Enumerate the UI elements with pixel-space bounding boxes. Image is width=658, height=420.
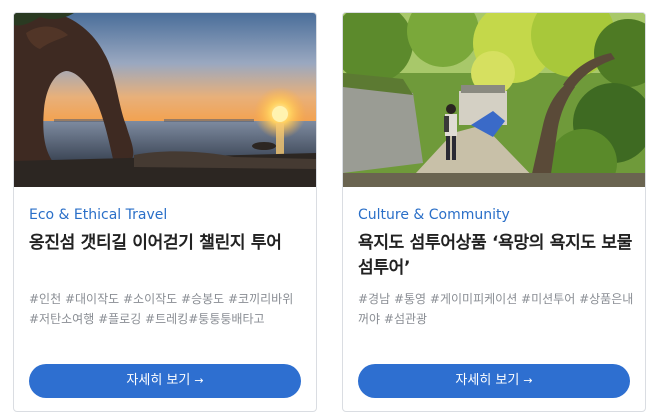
details-button-label: 자세히 보기 (455, 373, 520, 388)
details-button[interactable]: 자세히 보기 → (358, 364, 630, 398)
card-title[interactable]: 욕지도 섬투어상품 ‘욕망의 욕지도 보물섬투어’ (358, 231, 634, 281)
details-button[interactable]: 자세히 보기 → (29, 364, 301, 398)
arrow-right-icon: → (194, 374, 204, 387)
tree-path-person-image[interactable] (343, 13, 645, 187)
category-label: Culture & Community (358, 207, 510, 223)
category-label: Eco & Ethical Travel (29, 207, 168, 223)
tag-list: #경남 #통영 #게이미피케이션 #미션투어 #상품은내꺼야 #섬관광 (358, 292, 634, 326)
tour-card[interactable]: Culture & Community 욕지도 섬투어상품 ‘욕망의 욕지도 보… (342, 12, 646, 412)
tag-list: #인천 #대이작도 #소이작도 #승봉도 #코끼리바위 #저탄소여행 #플로깅 … (29, 292, 294, 326)
card-title[interactable]: 옹진섬 갯티길 이어걷기 챌린지 투어 (29, 231, 305, 256)
details-button-label: 자세히 보기 (126, 373, 191, 388)
tour-card[interactable]: Eco & Ethical Travel 옹진섬 갯티길 이어걷기 챌린지 투어… (13, 12, 317, 412)
arrow-right-icon: → (523, 374, 533, 387)
sunset-rock-arch-image[interactable] (14, 13, 316, 187)
